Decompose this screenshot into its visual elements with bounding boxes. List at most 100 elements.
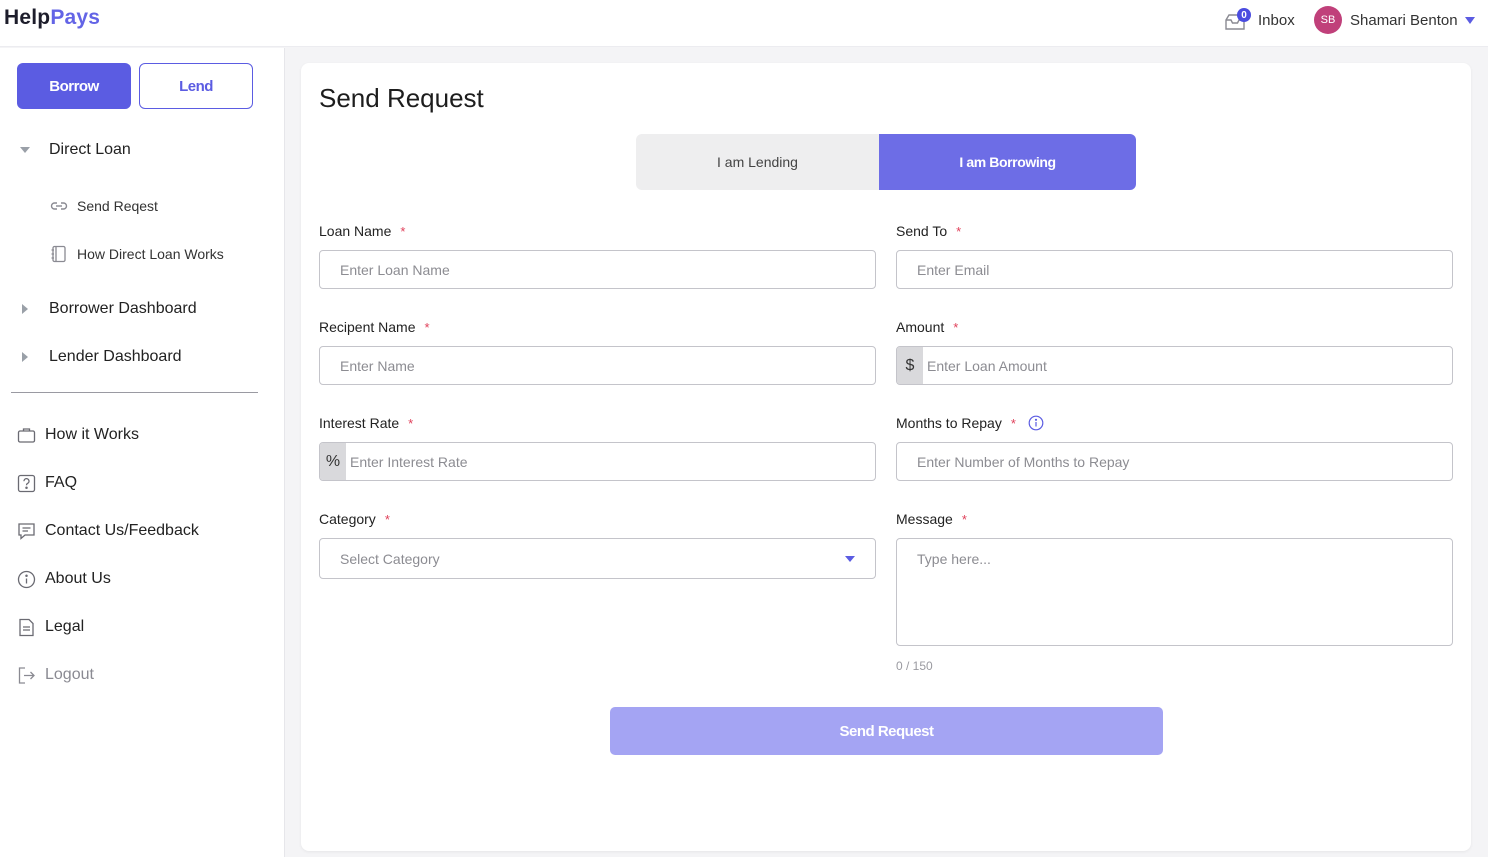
info-icon[interactable] [1028,415,1044,431]
sidebar-item-contact-us[interactable]: Contact Us/Feedback [17,521,199,541]
sidebar-item-how-it-works[interactable]: How it Works [17,425,139,445]
recipient-name-label: Recipent Name * [319,319,430,335]
caret-down-icon [20,147,30,153]
sidebar-item-label: How Direct Loan Works [77,246,224,262]
message-character-counter: 0 / 150 [896,659,933,673]
inbox-count-badge: 0 [1237,8,1251,22]
send-request-button[interactable]: Send Request [610,707,1163,755]
caret-right-icon [22,352,28,362]
sidebar-item-label: Send Reqest [77,198,158,214]
message-label: Message * [896,511,967,527]
inbox-icon: 0 [1224,8,1251,32]
loan-name-input[interactable] [320,251,875,288]
recipient-name-field [319,346,876,385]
sidebar-divider [11,392,258,393]
required-marker: * [956,223,962,239]
sidebar-item-label: Borrower Dashboard [49,300,197,317]
message-textarea[interactable] [897,539,1452,645]
inbox-button[interactable]: 0 Inbox [1224,4,1295,36]
sidebar-item-label: How it Works [45,426,139,443]
send-to-field [896,250,1453,289]
sidebar-item-logout[interactable]: Logout [17,665,94,685]
sidebar-item-borrower-dashboard[interactable]: Borrower Dashboard [22,299,197,319]
sidebar-item-send-request[interactable]: Send Reqest [50,196,158,216]
months-to-repay-label: Months to Repay * [896,415,1044,431]
interest-rate-field: % [319,442,876,481]
info-icon [17,570,36,588]
question-icon [17,474,36,492]
sidebar-item-direct-loan[interactable]: Direct Loan [20,140,131,160]
logo-text-pays: Pays [50,6,101,29]
label-text: Interest Rate [319,415,400,431]
page-title: Send Request [319,83,484,113]
dollar-prefix: $ [897,347,923,384]
months-to-repay-input[interactable] [897,443,1452,480]
email-input[interactable] [897,251,1452,288]
label-text: Category [319,511,376,527]
caret-right-icon [22,304,28,314]
inbox-label: Inbox [1258,11,1295,29]
category-label: Category * [319,511,390,527]
interest-rate-label: Interest Rate * [319,415,413,431]
chat-icon [18,522,35,540]
label-text: Amount [896,319,945,335]
logout-icon [18,666,35,684]
percent-prefix: % [320,443,346,480]
sidebar: Borrow Lend Direct Loan Send Reqest How … [0,48,285,857]
chevron-down-icon [845,556,855,562]
lend-button[interactable]: Lend [139,63,253,109]
recipient-name-input[interactable] [320,347,875,384]
interest-rate-input[interactable] [346,443,875,480]
briefcase-icon [17,428,36,443]
user-name: Shamari Benton [1350,11,1458,29]
borrow-button[interactable]: Borrow [17,63,131,109]
amount-field: $ [896,346,1453,385]
sidebar-item-faq[interactable]: FAQ [17,473,77,493]
message-field [896,538,1453,646]
avatar: SB [1314,6,1342,34]
helppays-logo[interactable]: HelpPays [4,6,100,30]
loan-name-label: Loan Name * [319,223,405,239]
required-marker: * [408,415,414,431]
label-text: Send To [896,223,948,239]
sidebar-item-label: Logout [45,666,94,683]
sidebar-item-label: Direct Loan [49,141,131,158]
required-marker: * [384,511,390,527]
required-marker: * [424,319,430,335]
sidebar-item-label: FAQ [45,474,78,491]
sidebar-item-label: Legal [45,618,85,635]
sidebar-item-how-direct-loan-works[interactable]: How Direct Loan Works [50,243,224,265]
chevron-down-icon [1464,16,1475,24]
send-request-card: Send Request I am Lending I am Borrowing… [301,63,1471,851]
category-selected-value: Select Category [340,550,440,567]
label-text: Message [896,511,953,527]
send-to-label: Send To * [896,223,961,239]
sidebar-item-label: About Us [45,570,111,587]
amount-input[interactable] [923,347,1452,384]
logo-text-help: Help [4,6,51,29]
document-icon [19,618,34,636]
i-am-lending-tab[interactable]: I am Lending [636,134,879,190]
lend-borrow-toggle: I am Lending I am Borrowing [636,134,1136,190]
label-text: Loan Name [319,223,392,239]
user-menu[interactable]: SB Shamari Benton [1314,5,1475,35]
required-marker: * [400,223,406,239]
top-bar: HelpPays 0 Inbox SB Shamari Benton [0,0,1488,47]
sidebar-item-legal[interactable]: Legal [17,617,84,637]
loan-name-field [319,250,876,289]
link-icon [50,202,68,210]
required-marker: * [953,319,959,335]
label-text: Recipent Name [319,319,416,335]
months-to-repay-field [896,442,1453,481]
required-marker: * [1010,415,1016,431]
amount-label: Amount * [896,319,958,335]
sidebar-item-label: Contact Us/Feedback [45,522,199,539]
sidebar-item-label: Lender Dashboard [49,348,182,365]
label-text: Months to Repay [896,415,1002,431]
i-am-borrowing-tab[interactable]: I am Borrowing [879,134,1136,190]
sidebar-item-lender-dashboard[interactable]: Lender Dashboard [22,347,182,367]
required-marker: * [961,511,967,527]
category-select[interactable]: Select Category [319,538,876,579]
notebook-icon [51,245,66,263]
sidebar-item-about-us[interactable]: About Us [17,569,111,589]
